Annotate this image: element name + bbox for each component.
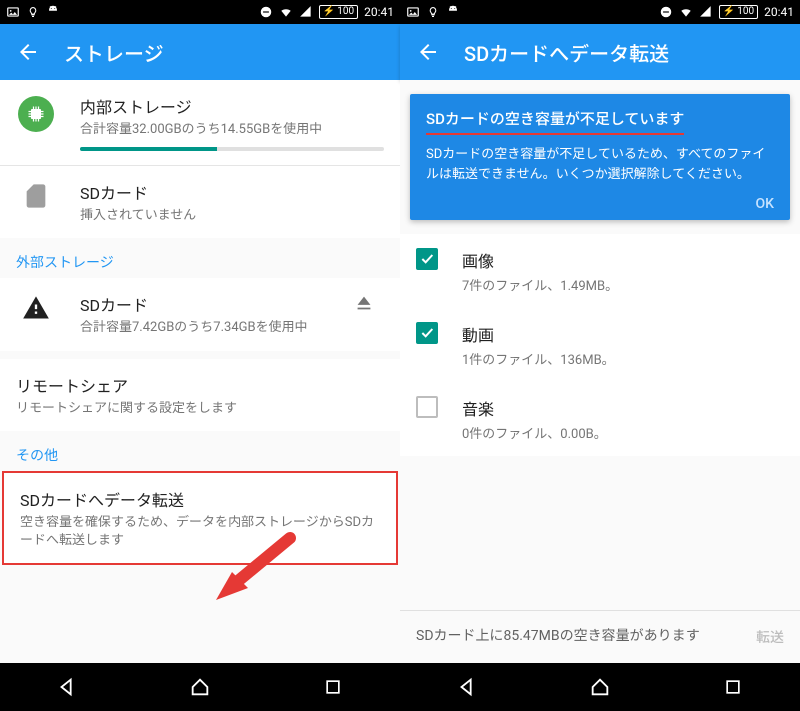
navbar [0,663,400,711]
page-title: ストレージ [64,38,164,67]
chip-icon [18,96,54,132]
remote-sub: リモートシェアに関する設定をします [16,400,384,418]
banner-title: SDカードの空き容量が不足しています [426,108,684,135]
clock: 20:41 [764,5,794,19]
back-button[interactable] [416,40,440,64]
warning-icon [22,294,50,322]
banner-ok-button[interactable]: OK [426,184,774,212]
item-video[interactable]: 動画 1件のファイル、136MB。 [400,308,800,382]
android-icon [446,5,460,19]
remote-share-row[interactable]: リモートシェア リモートシェアに関する設定をします [0,359,400,432]
wifi-icon [679,5,693,19]
nav-home[interactable] [186,673,214,701]
content: 内部ストレージ 合計容量32.00GBのうち14.55GBを使用中 SDカード … [0,80,400,663]
picture-icon [6,5,20,19]
remote-title: リモートシェア [16,373,384,397]
sd-ext-sub: 合計容量7.42GBのうち7.34GBを使用中 [80,319,320,337]
battery-text: 100 [737,6,754,18]
warning-banner: SDカードの空き容量が不足しています SDカードの空き容量が不足しているため、す… [410,94,790,220]
picture-icon [406,5,420,19]
nav-back[interactable] [453,673,481,701]
item-images[interactable]: 画像 7件のファイル、1.49MB。 [400,234,800,308]
transfer-title: SDカードへデータ転送 [20,487,380,511]
dnd-icon [259,5,273,19]
nav-back[interactable] [53,673,81,701]
back-button[interactable] [16,40,40,64]
banner-message: SDカードの空き容量が不足しているため、すべてのファイルは転送できません。いくつ… [426,145,774,184]
signal-icon [699,5,713,19]
statusbar: ⚡100 20:41 [400,0,800,24]
section-external: 外部ストレージ [0,238,400,278]
highlight-annotation: SDカードへデータ転送 空き容量を確保するため、データを内部ストレージからSDカ… [2,471,398,565]
eject-button[interactable] [344,292,384,314]
statusbar: ⚡100 20:41 [0,0,400,24]
screen-storage: ⚡100 20:41 ストレージ 内部ストレージ 合計容量32.00GBのうち1… [0,0,400,711]
lightbulb-icon [26,5,40,19]
transfer-row[interactable]: SDカードへデータ転送 空き容量を確保するため、データを内部ストレージからSDカ… [4,473,396,563]
footer: SDカード上に85.47MBの空き容量があります 転送 [400,610,800,663]
internal-title: 内部ストレージ [80,94,384,118]
transfer-button[interactable]: 転送 [756,627,784,647]
checkbox-video[interactable] [416,322,438,344]
lightbulb-icon [426,5,440,19]
battery-icon: ⚡100 [319,5,358,19]
sd-empty-sub: 挿入されていません [80,207,384,225]
footer-text: SDカード上に85.47MBの空き容量があります [416,627,744,647]
navbar [400,663,800,711]
content: SDカードの空き容量が不足しています SDカードの空き容量が不足しているため、す… [400,80,800,663]
video-title: 動画 [462,322,784,346]
music-sub: 0件のファイル、0.00B。 [462,423,784,442]
checkbox-music[interactable] [416,396,438,418]
appbar: SDカードへデータ転送 [400,24,800,80]
internal-sub: 合計容量32.00GBのうち14.55GBを使用中 [80,121,384,139]
battery-text: 100 [337,6,354,18]
android-icon [46,5,60,19]
transfer-sub: 空き容量を確保するため、データを内部ストレージからSDカードへ転送します [20,514,380,549]
clock: 20:41 [364,5,394,19]
sd-external-row[interactable]: SDカード 合計容量7.42GBのうち7.34GBを使用中 [0,278,400,351]
images-sub: 7件のファイル、1.49MB。 [462,275,784,294]
sd-empty-row[interactable]: SDカード 挿入されていません [0,166,400,239]
internal-progress [80,147,384,151]
music-title: 音楽 [462,396,784,420]
video-sub: 1件のファイル、136MB。 [462,349,784,368]
appbar: ストレージ [0,24,400,80]
section-other: その他 [0,431,400,471]
nav-recent[interactable] [319,673,347,701]
checkbox-images[interactable] [416,248,438,270]
signal-icon [299,5,313,19]
page-title: SDカードへデータ転送 [464,38,669,67]
sd-empty-title: SDカード [80,180,384,204]
dnd-icon [659,5,673,19]
wifi-icon [279,5,293,19]
images-title: 画像 [462,248,784,272]
nav-recent[interactable] [719,673,747,701]
nav-home[interactable] [586,673,614,701]
sd-ext-title: SDカード [80,292,320,316]
item-music[interactable]: 音楽 0件のファイル、0.00B。 [400,382,800,456]
battery-icon: ⚡100 [719,5,758,19]
internal-storage-row[interactable]: 内部ストレージ 合計容量32.00GBのうち14.55GBを使用中 [0,80,400,165]
screen-transfer: ⚡100 20:41 SDカードへデータ転送 SDカードの空き容量が不足していま… [400,0,800,711]
sd-icon [22,182,50,210]
